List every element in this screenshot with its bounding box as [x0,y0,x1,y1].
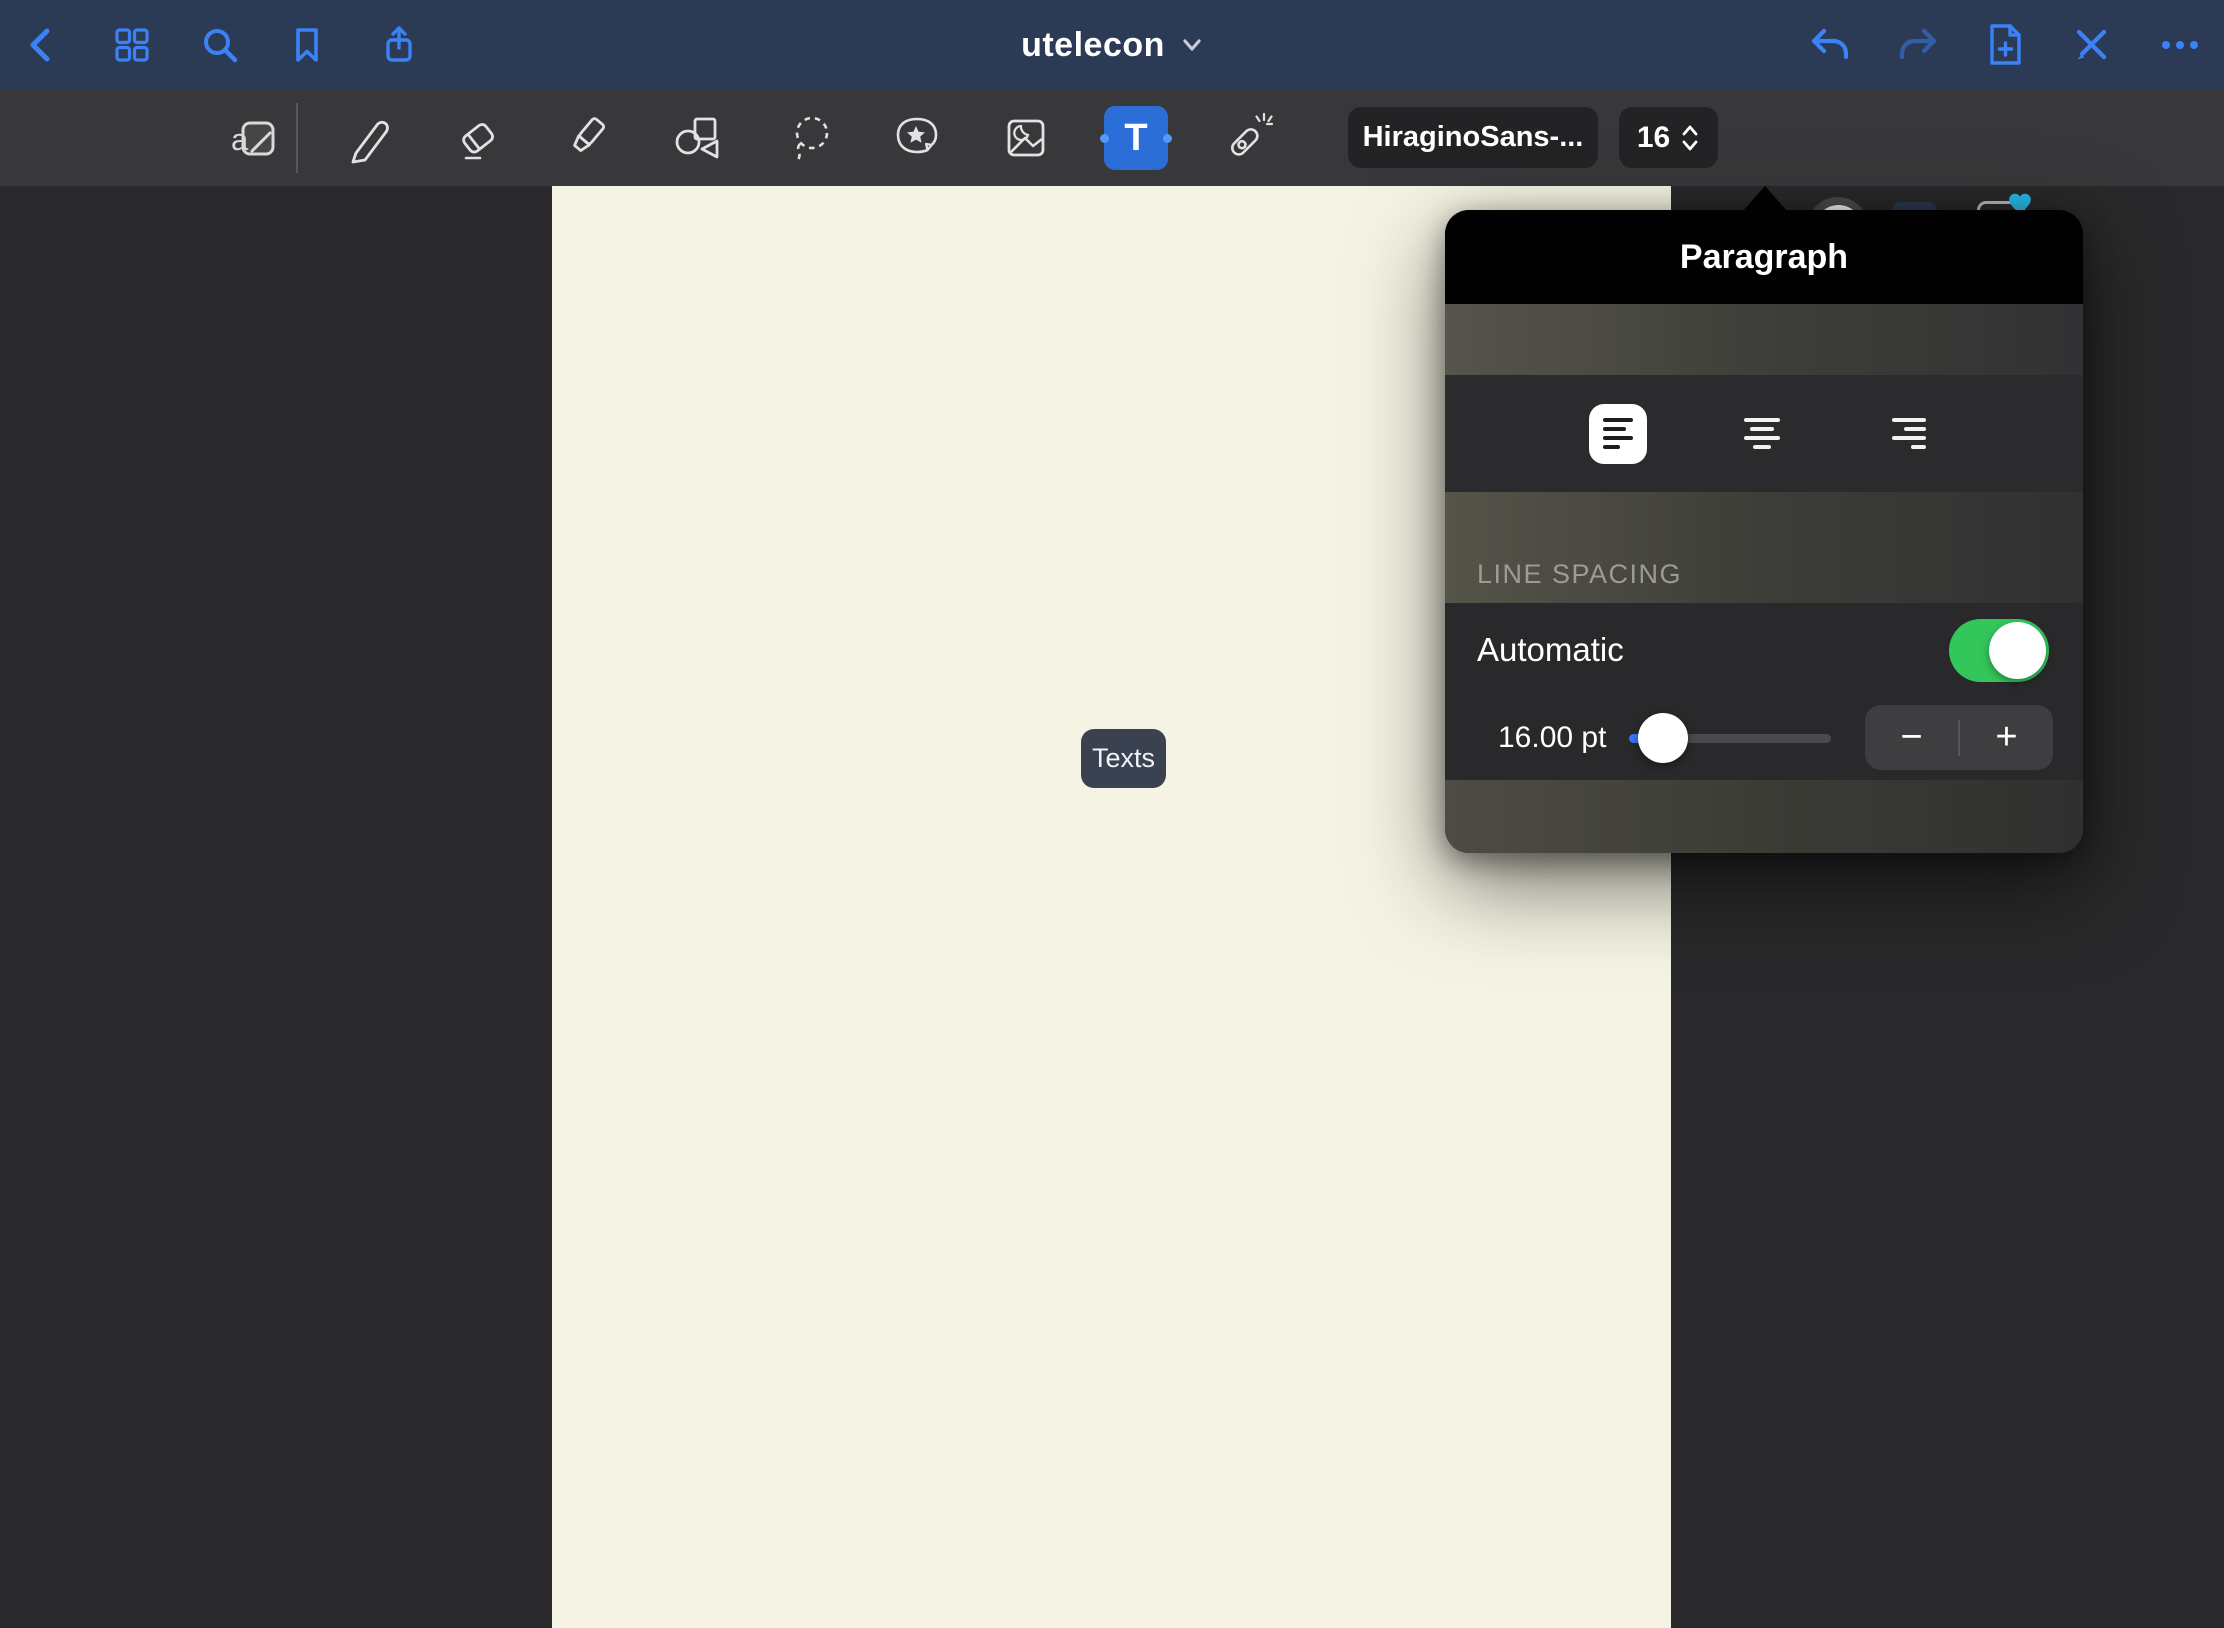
line-spacing-section-header: LINE SPACING [1445,492,2083,603]
shapes-tool-button[interactable] [665,106,729,170]
popover-title-bar: Paragraph [1445,210,2083,304]
shapes-icon [671,112,723,164]
selection-handle-left [1100,134,1109,143]
image-tool-button[interactable] [994,106,1058,170]
line-spacing-label: LINE SPACING [1477,559,2083,590]
more-icon [2158,23,2202,67]
paragraph-popover: Paragraph LINE S [1445,210,2083,853]
tools-toolbar: a [0,90,2224,186]
bookmark-icon [285,23,329,67]
popover-title: Paragraph [1680,238,1848,277]
edit-mode-icon: a [229,112,281,164]
lasso-tool-button[interactable] [779,106,843,170]
automatic-label: Automatic [1477,631,1624,669]
stop-editing-icon [2068,22,2114,68]
align-left-option-selected[interactable] [1563,375,1673,492]
highlighter-tool-button[interactable] [554,106,618,170]
eraser-tool-button[interactable] [446,106,510,170]
font-size-stepper[interactable]: 16 [1619,107,1718,168]
alignment-row [1445,375,2083,492]
eraser-icon [452,112,504,164]
app-window: utelecon [0,0,2224,1628]
text-tool-button-active[interactable]: T [1104,106,1168,170]
spacing-slider-knob[interactable] [1638,713,1688,763]
back-icon [21,23,65,67]
share-button[interactable] [371,17,427,73]
elements-tool-button[interactable] [885,106,949,170]
search-button[interactable] [192,17,248,73]
bookmark-button[interactable] [279,17,335,73]
stop-editing-button[interactable] [2063,17,2119,73]
chevron-down-icon [1181,37,1203,53]
text-object-label: Texts [1092,743,1155,774]
popover-bottom-gap [1445,780,2083,853]
align-right-option[interactable] [1854,375,1964,492]
edit-mode-button[interactable]: a [223,106,287,170]
pen-icon [341,112,393,164]
line-spacing-rows: Automatic 16.00 pt − + [1445,603,2083,780]
selected-chip [1589,404,1647,464]
popover-arrow [1742,186,1788,212]
new-page-button[interactable] [1977,17,2033,73]
thumbnails-icon [110,23,154,67]
spacing-value: 16.00 pt [1498,721,1606,755]
font-size-value: 16 [1637,121,1670,155]
popover-section-gap [1445,304,2083,375]
image-icon [1000,112,1052,164]
toggle-knob [1989,622,2046,679]
laser-pointer-icon [1222,112,1274,164]
search-icon [198,23,242,67]
elements-sticker-icon [891,112,943,164]
font-name-label: HiraginoSans-... [1363,121,1584,154]
text-object[interactable]: Texts [1081,729,1166,788]
spacing-decrease-button[interactable]: − [1865,716,1958,759]
undo-button[interactable] [1802,17,1858,73]
redo-icon [1896,23,1940,67]
new-page-icon [1982,22,2028,68]
spacing-increase-button[interactable]: + [1960,716,2053,759]
svg-text:a: a [231,122,249,157]
pen-tool-button[interactable] [335,106,399,170]
more-button[interactable] [2152,17,2208,73]
document-title: utelecon [1021,26,1165,65]
thumbnails-button[interactable] [104,17,160,73]
align-center-icon [1744,418,1780,449]
share-icon [377,23,421,67]
size-up-down-icon [1680,122,1700,154]
back-button[interactable] [15,17,71,73]
spacing-stepper: − + [1865,705,2053,770]
navbar: utelecon [0,0,2224,90]
plus-icon: + [1995,716,2017,759]
toolbar-divider [296,103,298,173]
align-right-icon [1892,418,1926,449]
automatic-toggle-on[interactable] [1949,619,2049,682]
text-tool-icon: T [1124,117,1147,160]
redo-button[interactable] [1890,17,1946,73]
align-left-icon [1603,418,1633,449]
minus-icon: − [1900,716,1922,759]
align-center-option[interactable] [1707,375,1817,492]
lasso-icon [785,112,837,164]
undo-icon [1808,23,1852,67]
font-name-button[interactable]: HiraginoSans-... [1348,107,1598,168]
laser-pointer-tool-button[interactable] [1216,106,1280,170]
selection-handle-right [1163,134,1172,143]
highlighter-icon [560,112,612,164]
